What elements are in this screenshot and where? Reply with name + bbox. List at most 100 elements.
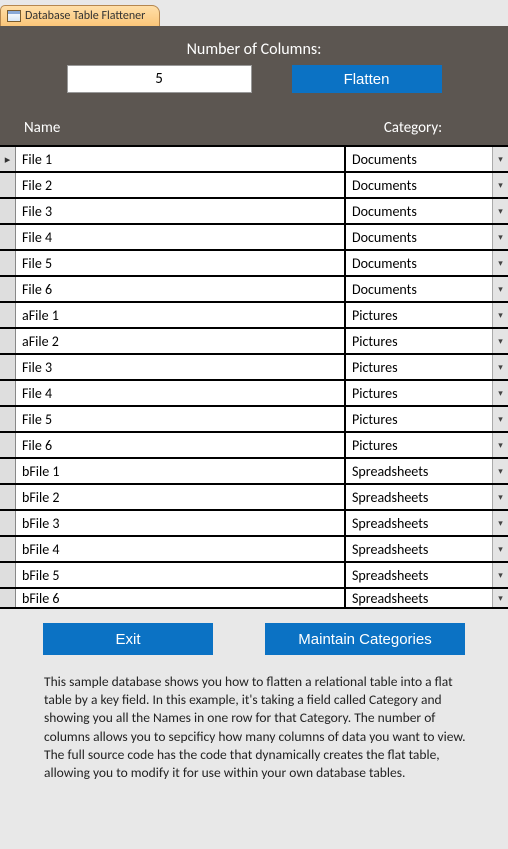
chevron-down-icon[interactable]: ▾ xyxy=(492,173,508,197)
name-cell[interactable]: bFile 2 xyxy=(16,485,346,509)
name-cell[interactable]: File 5 xyxy=(16,251,346,275)
chevron-down-icon[interactable]: ▾ xyxy=(492,381,508,405)
name-cell[interactable]: aFile 2 xyxy=(16,329,346,353)
chevron-down-icon[interactable]: ▾ xyxy=(492,303,508,327)
table-row[interactable]: bFile 2Spreadsheets▾ xyxy=(0,485,508,511)
category-cell[interactable]: Spreadsheets▾ xyxy=(346,589,508,607)
record-selector[interactable] xyxy=(0,433,16,457)
record-selector[interactable] xyxy=(0,251,16,275)
exit-button[interactable]: Exit xyxy=(43,623,213,655)
record-selector[interactable] xyxy=(0,511,16,535)
description-text: This sample database shows you how to fl… xyxy=(0,673,508,782)
table-row[interactable]: bFile 6Spreadsheets▾ xyxy=(0,589,508,609)
chevron-down-icon[interactable]: ▾ xyxy=(492,147,508,171)
name-cell[interactable]: aFile 1 xyxy=(16,303,346,327)
record-selector[interactable]: ▸ xyxy=(0,147,16,171)
category-cell[interactable]: Spreadsheets▾ xyxy=(346,511,508,535)
table-row[interactable]: bFile 1Spreadsheets▾ xyxy=(0,459,508,485)
chevron-down-icon[interactable]: ▾ xyxy=(492,433,508,457)
table-row[interactable]: File 3Documents▾ xyxy=(0,199,508,225)
name-cell[interactable]: bFile 3 xyxy=(16,511,346,535)
category-cell[interactable]: Pictures▾ xyxy=(346,355,508,379)
record-selector[interactable] xyxy=(0,199,16,223)
category-cell[interactable]: Pictures▾ xyxy=(346,329,508,353)
name-cell[interactable]: File 4 xyxy=(16,381,346,405)
category-cell[interactable]: Spreadsheets ▾ xyxy=(346,563,508,587)
name-cell[interactable]: File 5 xyxy=(16,407,346,431)
table-row[interactable]: aFile 2Pictures▾ xyxy=(0,329,508,355)
name-cell[interactable]: bFile 6 xyxy=(16,589,346,607)
columns-input[interactable]: 5 xyxy=(67,65,252,93)
form-tab[interactable]: Database Table Flattener xyxy=(0,5,160,26)
record-selector[interactable] xyxy=(0,329,16,353)
name-cell[interactable]: File 6 xyxy=(16,433,346,457)
record-selector[interactable] xyxy=(0,589,16,607)
table-row[interactable]: File 4Pictures▾ xyxy=(0,381,508,407)
record-selector[interactable] xyxy=(0,381,16,405)
name-cell[interactable]: File 1 xyxy=(16,147,346,171)
table-row[interactable]: ▸File 1Documents▾ xyxy=(0,147,508,173)
chevron-down-icon[interactable]: ▾ xyxy=(492,355,508,379)
chevron-down-icon[interactable]: ▾ xyxy=(492,407,508,431)
category-cell[interactable]: Documents▾ xyxy=(346,147,508,171)
chevron-down-icon[interactable]: ▾ xyxy=(492,485,508,509)
maintain-categories-button[interactable]: Maintain Categories xyxy=(265,623,465,655)
category-cell[interactable]: Documents▾ xyxy=(346,199,508,223)
record-selector[interactable] xyxy=(0,303,16,327)
chevron-down-icon[interactable]: ▾ xyxy=(492,251,508,275)
category-value: Documents xyxy=(352,255,417,272)
flatten-button[interactable]: Flatten xyxy=(292,65,442,93)
category-cell[interactable]: Spreadsheets▾ xyxy=(346,485,508,509)
chevron-down-icon[interactable]: ▾ xyxy=(492,329,508,353)
chevron-down-icon[interactable]: ▾ xyxy=(492,459,508,483)
table-row[interactable]: File 3Pictures▾ xyxy=(0,355,508,381)
record-selector[interactable] xyxy=(0,407,16,431)
chevron-down-icon[interactable]: ▾ xyxy=(492,511,508,535)
table-row[interactable]: File 4Documents▾ xyxy=(0,225,508,251)
category-value: Spreadsheets xyxy=(352,541,428,558)
table-row[interactable]: File 2Documents▾ xyxy=(0,173,508,199)
record-selector[interactable] xyxy=(0,355,16,379)
name-cell[interactable]: File 4 xyxy=(16,225,346,249)
category-cell[interactable]: Spreadsheets▾ xyxy=(346,459,508,483)
name-cell[interactable]: File 6 xyxy=(16,277,346,301)
category-cell[interactable]: Documents ▾ xyxy=(346,251,508,275)
record-selector[interactable] xyxy=(0,173,16,197)
record-selector[interactable] xyxy=(0,225,16,249)
category-cell[interactable]: Pictures▾ xyxy=(346,381,508,405)
table-row[interactable]: File 5 Documents ▾ xyxy=(0,251,508,277)
chevron-down-icon[interactable]: ▾ xyxy=(492,199,508,223)
category-cell[interactable]: Documents▾ xyxy=(346,225,508,249)
category-value: Spreadsheets xyxy=(352,567,428,584)
name-cell[interactable]: File 3 xyxy=(16,355,346,379)
name-cell[interactable]: bFile 5 xyxy=(16,563,346,587)
chevron-down-icon[interactable]: ▾ xyxy=(492,589,508,607)
record-selector[interactable] xyxy=(0,485,16,509)
name-cell[interactable]: bFile 1 xyxy=(16,459,346,483)
record-selector[interactable] xyxy=(0,537,16,561)
category-cell[interactable]: Documents▾ xyxy=(346,173,508,197)
category-cell[interactable]: Pictures▾ xyxy=(346,303,508,327)
category-cell[interactable]: Documents ▾ xyxy=(346,277,508,301)
chevron-down-icon[interactable]: ▾ xyxy=(492,563,508,587)
table-row[interactable]: File 5Pictures▾ xyxy=(0,407,508,433)
name-cell[interactable]: bFile 4 xyxy=(16,537,346,561)
table-row[interactable]: bFile 4 Spreadsheets ▾ xyxy=(0,537,508,563)
category-cell[interactable]: Spreadsheets ▾ xyxy=(346,537,508,561)
table-row[interactable]: aFile 1Pictures▾ xyxy=(0,303,508,329)
table-row[interactable]: File 6 Documents ▾ xyxy=(0,277,508,303)
record-selector[interactable] xyxy=(0,459,16,483)
category-value: Documents xyxy=(352,281,417,298)
chevron-down-icon[interactable]: ▾ xyxy=(492,225,508,249)
chevron-down-icon[interactable]: ▾ xyxy=(492,537,508,561)
name-cell[interactable]: File 2 xyxy=(16,173,346,197)
table-row[interactable]: File 6Pictures▾ xyxy=(0,433,508,459)
name-cell[interactable]: File 3 xyxy=(16,199,346,223)
record-selector[interactable] xyxy=(0,277,16,301)
table-row[interactable]: bFile 5 Spreadsheets ▾ xyxy=(0,563,508,589)
category-cell[interactable]: Pictures▾ xyxy=(346,407,508,431)
record-selector[interactable] xyxy=(0,563,16,587)
table-row[interactable]: bFile 3Spreadsheets▾ xyxy=(0,511,508,537)
category-cell[interactable]: Pictures▾ xyxy=(346,433,508,457)
chevron-down-icon[interactable]: ▾ xyxy=(492,277,508,301)
